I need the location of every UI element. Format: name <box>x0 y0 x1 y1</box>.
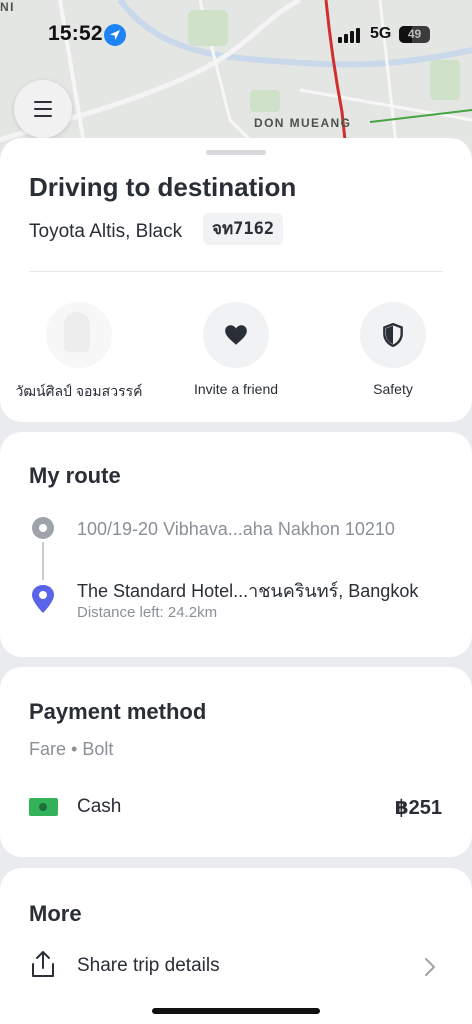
battery-level: 49 <box>407 27 422 41</box>
home-indicator[interactable] <box>152 1008 320 1014</box>
destination-address[interactable]: The Standard Hotel...าชนครินทร์, Bangkok <box>77 576 418 605</box>
chevron-right-icon[interactable] <box>424 957 436 977</box>
invite-friend-label: Invite a friend <box>193 381 279 397</box>
divider <box>29 271 443 272</box>
trip-status-card: Driving to destination Toyota Altis, Bla… <box>0 138 472 422</box>
pickup-point-icon <box>32 517 54 539</box>
safety-button[interactable]: Safety <box>318 302 468 397</box>
drag-handle[interactable] <box>206 150 266 155</box>
invite-friend-button[interactable]: Invite a friend <box>161 302 311 397</box>
vehicle-description: Toyota Altis, Black <box>29 221 183 242</box>
payment-method-label[interactable]: Cash <box>77 796 121 818</box>
status-time: 15:52 <box>48 22 103 45</box>
driver-avatar <box>46 302 112 368</box>
status-bar: 15:52 5G 49 <box>0 0 472 70</box>
location-arrow-icon <box>104 24 126 46</box>
driver-profile-button[interactable]: วัฒน์ศิลป์ จอมสวรรค์ <box>4 302 154 403</box>
cellular-signal-icon <box>338 27 362 43</box>
fare-amount: ฿251 <box>394 797 442 819</box>
more-title: More <box>29 901 82 926</box>
map-area-label: DON MUEANG <box>254 116 352 130</box>
more-card: More Share trip details <box>0 868 472 1024</box>
network-type: 5G <box>370 25 392 42</box>
pickup-address[interactable]: 100/19-20 Vibhava...aha Nakhon 10210 <box>77 519 395 540</box>
payment-title: Payment method <box>29 699 207 724</box>
route-title: My route <box>29 463 121 488</box>
safety-label: Safety <box>373 381 413 397</box>
menu-button[interactable] <box>14 80 72 138</box>
route-card: My route 100/19-20 Vibhava...aha Nakhon … <box>0 432 472 657</box>
destination-pin-icon <box>32 585 54 613</box>
distance-left: Distance left: 24.2km <box>77 604 218 621</box>
payment-card: Payment method Fare • Bolt Cash ฿251 <box>0 667 472 857</box>
driver-name: วัฒน์ศิลป์ จอมสวรรค์ <box>15 383 143 399</box>
license-plate: จท7162 <box>203 213 284 245</box>
shield-icon <box>360 302 426 368</box>
cash-icon <box>29 798 58 816</box>
trip-status-title: Driving to destination <box>29 172 297 202</box>
heart-icon <box>203 302 269 368</box>
battery-icon: 49 <box>399 26 430 43</box>
share-trip-button[interactable]: Share trip details <box>77 955 220 977</box>
share-icon <box>32 951 54 977</box>
route-connector <box>42 542 44 580</box>
fare-label: Fare • Bolt <box>29 739 114 759</box>
